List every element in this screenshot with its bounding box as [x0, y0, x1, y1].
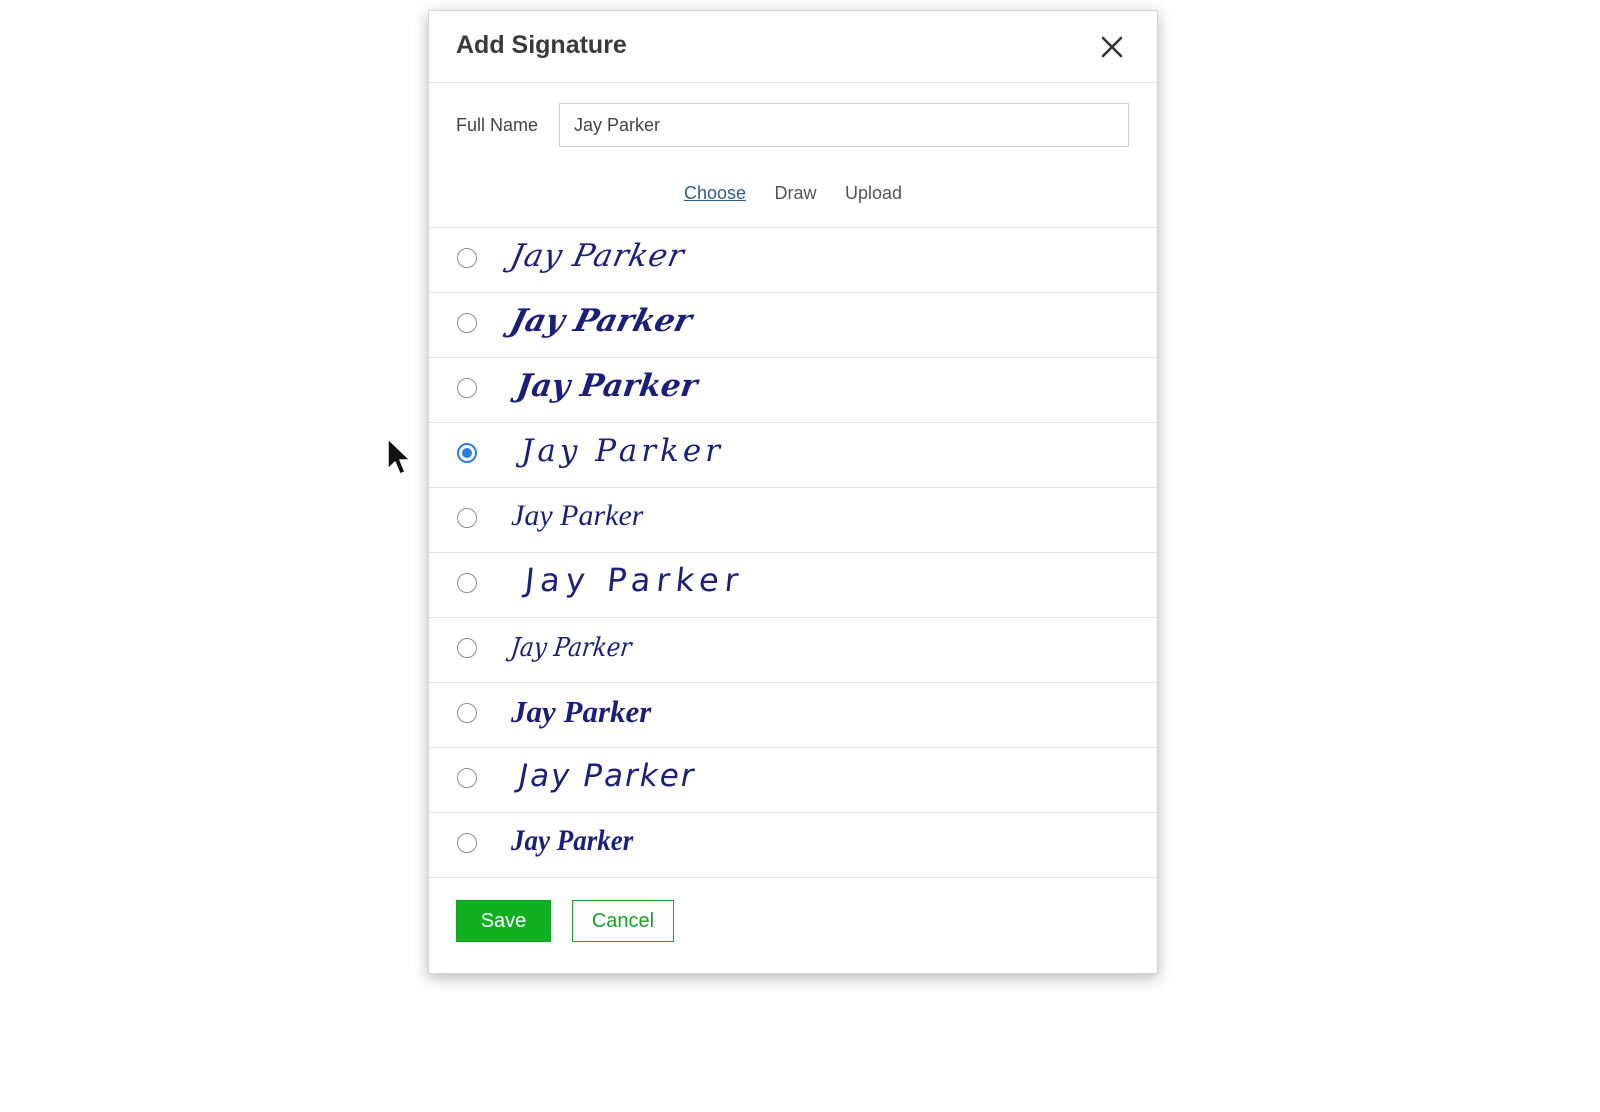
signature-radio[interactable] — [457, 638, 477, 658]
signature-option[interactable]: Jay Parker — [429, 423, 1157, 488]
close-button[interactable] — [1097, 32, 1127, 62]
signature-option[interactable]: Jay Parker — [429, 553, 1157, 618]
tab-draw[interactable]: Draw — [774, 183, 816, 204]
signature-preview: Jay Parker — [507, 238, 688, 274]
signature-option[interactable]: Jay Parker — [429, 488, 1157, 553]
signature-preview: Jay Parker — [506, 303, 696, 339]
signature-preview: Jay Parker — [521, 433, 724, 469]
signature-option[interactable]: Jay Parker — [429, 293, 1157, 358]
signature-radio[interactable] — [457, 833, 477, 853]
signature-preview: Jay Parker — [514, 368, 700, 404]
signature-preview: Jay Parker — [509, 633, 634, 663]
signature-option[interactable]: Jay Parker — [429, 748, 1157, 813]
save-button[interactable]: Save — [456, 900, 551, 942]
signature-radio[interactable] — [457, 313, 477, 333]
signature-radio[interactable] — [457, 508, 477, 528]
close-icon — [1101, 36, 1123, 58]
full-name-input[interactable] — [559, 103, 1129, 147]
page: Add Signature Full Name Choose Draw Uplo… — [0, 0, 1600, 1112]
signature-mode-tabs: Choose Draw Upload — [429, 183, 1157, 204]
signature-radio[interactable] — [457, 378, 477, 398]
tab-upload[interactable]: Upload — [845, 183, 902, 204]
full-name-row: Full Name — [429, 103, 1157, 147]
signature-option[interactable]: Jay Parker — [429, 618, 1157, 683]
signature-radio[interactable] — [457, 248, 477, 268]
add-signature-dialog: Add Signature Full Name Choose Draw Uplo… — [428, 10, 1158, 974]
signature-radio[interactable] — [457, 703, 477, 723]
signature-option[interactable]: Jay Parker — [429, 683, 1157, 748]
signature-option[interactable]: Jay Parker — [429, 228, 1157, 293]
signature-radio[interactable] — [457, 573, 477, 593]
dialog-title: Add Signature — [456, 31, 627, 59]
mouse-pointer-icon — [387, 438, 411, 475]
signature-preview: Jay Parker — [511, 499, 644, 532]
dialog-header: Add Signature — [429, 11, 1157, 83]
dialog-footer: Save Cancel — [456, 900, 674, 942]
signature-preview: Jay Parker — [519, 758, 696, 794]
tab-choose[interactable]: Choose — [684, 183, 746, 204]
full-name-label: Full Name — [456, 115, 539, 135]
signature-options-list: Jay Parker Jay Parker Jay Parker Jay Par… — [429, 227, 1157, 878]
cancel-button[interactable]: Cancel — [572, 900, 674, 942]
signature-option[interactable]: Jay Parker — [429, 358, 1157, 423]
signature-option[interactable]: Jay Parker — [429, 813, 1157, 878]
signature-preview: Jay Parker — [523, 561, 747, 599]
signature-preview: Jay Parker — [511, 694, 652, 729]
signature-radio-selected[interactable] — [457, 443, 477, 463]
signature-radio[interactable] — [457, 768, 477, 788]
signature-preview: Jay Parker — [511, 824, 634, 857]
